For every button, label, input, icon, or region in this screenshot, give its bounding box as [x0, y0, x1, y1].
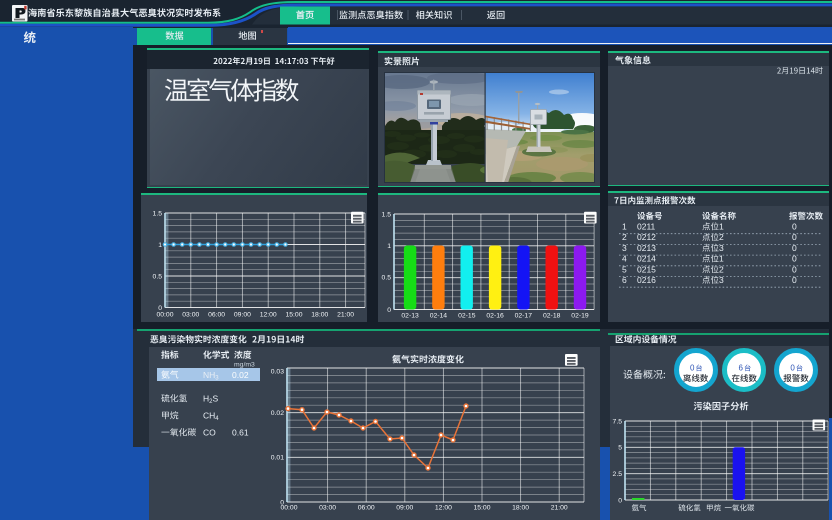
svg-text:1: 1 — [622, 222, 627, 232]
svg-text:0: 0 — [690, 364, 695, 373]
svg-text:0.02: 0.02 — [232, 370, 249, 380]
svg-text:NH3: NH3 — [203, 370, 219, 382]
svg-text:0: 0 — [790, 364, 795, 373]
svg-text:CH4: CH4 — [203, 411, 219, 423]
svg-text:1: 1 — [719, 222, 724, 232]
svg-text:0.61: 0.61 — [232, 428, 249, 438]
svg-text:mg/m3: mg/m3 — [234, 362, 255, 369]
svg-text:0211: 0211 — [637, 222, 656, 232]
svg-text:CO: CO — [203, 428, 216, 438]
svg-text:0: 0 — [792, 222, 797, 232]
svg-text:6: 6 — [739, 364, 744, 373]
svg-text:H2S: H2S — [203, 394, 218, 406]
